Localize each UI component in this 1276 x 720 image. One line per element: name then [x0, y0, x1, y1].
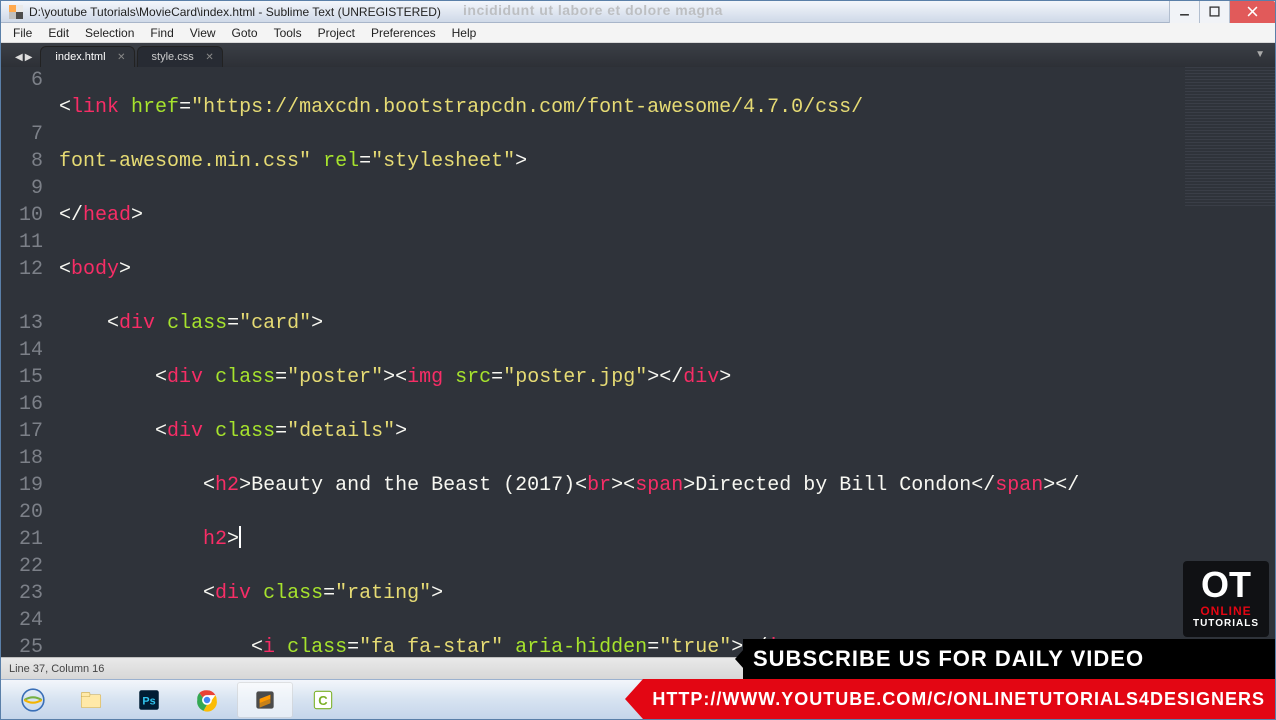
- tab-overflow-icon[interactable]: ▼: [1255, 49, 1265, 60]
- badge-ot: OT: [1183, 567, 1269, 603]
- line-gutter: 6 789101112 13141516171819202122232425: [1, 67, 57, 697]
- menu-find[interactable]: Find: [142, 26, 181, 40]
- window-minimize-button[interactable]: [1169, 1, 1199, 23]
- tab-nav-left-icon[interactable]: ◀: [15, 52, 23, 63]
- menu-edit[interactable]: Edit: [40, 26, 77, 40]
- app-icon: [9, 5, 23, 19]
- sublime-icon[interactable]: [237, 682, 293, 718]
- subscribe-text: SUBSCRIBE US FOR DAILY VIDEO: [753, 646, 1144, 671]
- menu-bar: File Edit Selection Find View Goto Tools…: [1, 23, 1275, 43]
- menu-file[interactable]: File: [5, 26, 40, 40]
- url-text: HTTP://WWW.YOUTUBE.COM/C/ONLINETUTORIALS…: [652, 689, 1265, 709]
- tab-bar: ◀ ▶ index.html ✕ style.css ✕ ▼: [1, 43, 1275, 67]
- minimap[interactable]: [1185, 67, 1275, 207]
- start-button[interactable]: [5, 682, 61, 718]
- channel-badge: OT ONLINE TUTORIALS: [1183, 561, 1269, 637]
- svg-text:Ps: Ps: [142, 695, 155, 707]
- url-banner: HTTP://WWW.YOUTUBE.COM/C/ONLINETUTORIALS…: [643, 679, 1275, 719]
- tab-nav-right-icon[interactable]: ▶: [25, 52, 33, 63]
- tab-label: style.css: [152, 51, 194, 63]
- window-close-button[interactable]: [1229, 1, 1275, 23]
- chrome-icon[interactable]: [179, 682, 235, 718]
- menu-selection[interactable]: Selection: [77, 26, 142, 40]
- window-maximize-button[interactable]: [1199, 1, 1229, 23]
- window-title: D:\youtube Tutorials\MovieCard\index.htm…: [29, 5, 441, 19]
- menu-preferences[interactable]: Preferences: [363, 26, 444, 40]
- menu-help[interactable]: Help: [444, 26, 485, 40]
- menu-project[interactable]: Project: [310, 26, 363, 40]
- code-editor[interactable]: 6 789101112 13141516171819202122232425 <…: [1, 67, 1275, 697]
- tab-style-css[interactable]: style.css ✕: [137, 46, 223, 67]
- tab-close-icon[interactable]: ✕: [117, 52, 125, 63]
- text-cursor: [239, 526, 241, 548]
- menu-view[interactable]: View: [182, 26, 224, 40]
- ghost-text: incididunt ut labore et dolore magna: [463, 2, 723, 18]
- explorer-icon[interactable]: [63, 682, 119, 718]
- sublime-window: incididunt ut labore et dolore magna D:\…: [0, 0, 1276, 720]
- photoshop-icon[interactable]: Ps: [121, 682, 177, 718]
- code-content[interactable]: <link href="https://maxcdn.bootstrapcdn.…: [57, 67, 1275, 697]
- svg-text:C: C: [318, 692, 328, 707]
- badge-online: ONLINE: [1183, 605, 1269, 617]
- menu-goto[interactable]: Goto: [224, 26, 266, 40]
- tab-close-icon[interactable]: ✕: [205, 52, 213, 63]
- menu-tools[interactable]: Tools: [266, 26, 310, 40]
- status-cursor-pos: Line 37, Column 16: [9, 663, 104, 675]
- tab-label: index.html: [55, 51, 105, 63]
- camtasia-icon[interactable]: C: [295, 682, 351, 718]
- subscribe-banner: SUBSCRIBE US FOR DAILY VIDEO: [743, 639, 1275, 679]
- tab-index-html[interactable]: index.html ✕: [40, 46, 134, 67]
- badge-tutorials: TUTORIALS: [1183, 619, 1269, 629]
